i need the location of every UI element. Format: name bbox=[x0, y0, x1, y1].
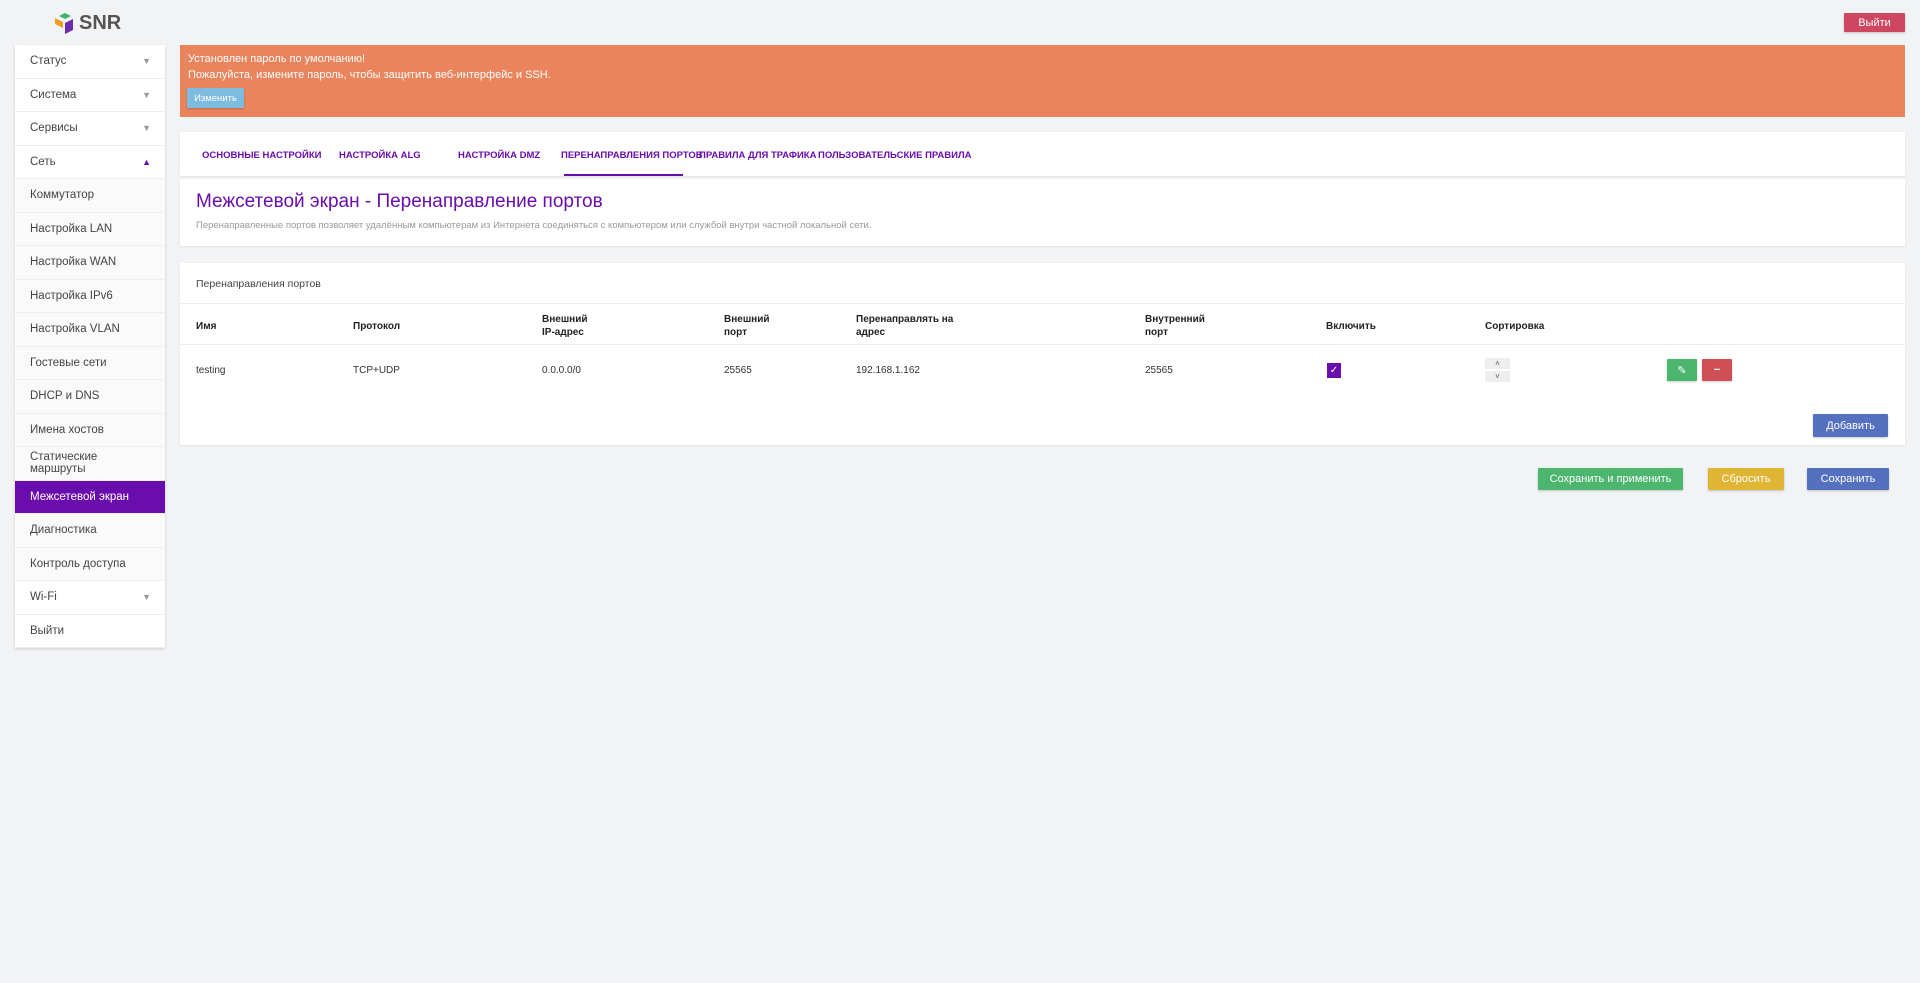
cell-ext-ip: 0.0.0.0/0 bbox=[542, 365, 581, 376]
active-tab-indicator bbox=[564, 174, 683, 176]
sidebar-item[interactable]: Коммутатор bbox=[15, 179, 165, 213]
sort-up-button[interactable]: ˄ bbox=[1485, 358, 1510, 369]
sidebar-item-label: Wi-Fi bbox=[30, 591, 57, 604]
chevron-down-icon: ▼ bbox=[142, 56, 151, 67]
tab-custom-rules[interactable]: Пользовательские правила bbox=[818, 150, 972, 161]
table-title: Перенаправления портов bbox=[196, 278, 321, 290]
sidebar-item-label: Сервисы bbox=[30, 122, 78, 135]
snr-logo-icon bbox=[55, 12, 73, 34]
sidebar-item-label: Настройка WAN bbox=[30, 256, 117, 269]
col-dest-address: Перенаправлять на адрес bbox=[856, 314, 954, 338]
cell-protocol: TCP+UDP bbox=[353, 365, 400, 376]
tabs-bar: Основные настройки Настройка ALG Настрой… bbox=[180, 132, 1905, 176]
sidebar-item[interactable]: Настройка LAN bbox=[15, 212, 165, 246]
col-ext-ip: Внешний IP-адрес bbox=[542, 314, 588, 338]
page-description: Перенаправленные портов позволяет удалён… bbox=[196, 220, 872, 231]
sidebar-item[interactable]: Имена хостов bbox=[15, 413, 165, 447]
port-forwarding-table-card: Перенаправления портов Имя Протокол Внеш… bbox=[180, 263, 1905, 445]
col-name: Имя bbox=[196, 321, 217, 332]
sidebar-item[interactable]: Настройка WAN bbox=[15, 246, 165, 280]
sidebar-item[interactable]: Гостевые сети bbox=[15, 346, 165, 380]
sidebar-item-label: Контроль доступа bbox=[30, 557, 126, 570]
chevron-down-icon: ▼ bbox=[142, 89, 151, 100]
sidebar-item-label: Диагностика bbox=[30, 524, 97, 537]
sidebar-item[interactable]: Настройка IPv6 bbox=[15, 279, 165, 313]
reset-button[interactable]: Сбросить bbox=[1708, 468, 1784, 490]
sidebar-item[interactable]: Контроль доступа bbox=[15, 547, 165, 581]
tab-port-forwarding[interactable]: Перенаправления портов bbox=[561, 150, 703, 161]
chevron-up-icon: ▲ bbox=[142, 156, 151, 167]
col-ext-port: Внешний порт bbox=[724, 314, 770, 338]
logo: SNR bbox=[55, 12, 121, 35]
page-header: Межсетевой экран - Перенаправление порто… bbox=[180, 179, 1905, 246]
banner-message: Пожалуйста, измените пароль, чтобы защит… bbox=[188, 69, 551, 81]
sidebar-item[interactable]: Сервисы ▼ bbox=[15, 112, 165, 146]
sidebar-item-label: Сеть bbox=[30, 155, 56, 168]
add-button[interactable]: Добавить bbox=[1813, 414, 1888, 437]
sort-down-button[interactable]: ˅ bbox=[1485, 371, 1510, 382]
sidebar-item-label: Имена хостов bbox=[30, 423, 104, 436]
sidebar-item-label: Выйти bbox=[30, 624, 65, 637]
col-sort: Сортировка bbox=[1485, 321, 1545, 332]
sidebar-item[interactable]: Настройка VLAN bbox=[15, 313, 165, 347]
sidebar-item-label: Межсетевой экран bbox=[30, 490, 130, 503]
chevron-down-icon: ▼ bbox=[142, 592, 151, 603]
page-title: Межсетевой экран - Перенаправление порто… bbox=[196, 191, 603, 212]
cell-dest-address: 192.168.1.162 bbox=[856, 365, 920, 376]
sidebar-item[interactable]: Wi-Fi ▼ bbox=[15, 581, 165, 615]
sidebar-item[interactable]: Статус ▼ bbox=[15, 45, 165, 79]
delete-button[interactable]: − bbox=[1702, 359, 1732, 381]
sidebar-item-label: Система bbox=[30, 88, 77, 101]
edit-button[interactable]: ✎ bbox=[1667, 359, 1697, 381]
sidebar-item[interactable]: Диагностика bbox=[15, 514, 165, 548]
pencil-icon: ✎ bbox=[1677, 364, 1687, 377]
cell-int-port: 25565 bbox=[1145, 365, 1173, 376]
sidebar-item[interactable]: Сеть ▲ bbox=[15, 146, 165, 179]
col-protocol: Протокол bbox=[353, 321, 401, 332]
sidebar-item-label: Настройка IPv6 bbox=[30, 289, 113, 302]
save-button[interactable]: Сохранить bbox=[1807, 468, 1889, 490]
change-password-button[interactable]: Изменить bbox=[187, 88, 244, 108]
sidebar-item-label: Настройка VLAN bbox=[30, 323, 120, 336]
tab-dmz[interactable]: Настройка DMZ bbox=[458, 150, 540, 161]
col-int-port: Внутренний порт bbox=[1145, 314, 1205, 338]
col-enable: Включить bbox=[1326, 321, 1376, 332]
sidebar-item-label: Коммутатор bbox=[30, 189, 94, 202]
banner-title: Установлен пароль по умолчанию! bbox=[188, 53, 366, 65]
sidebar-item[interactable]: Межсетевой экран bbox=[15, 480, 165, 514]
sidebar-item-label: Статические маршруты bbox=[30, 451, 98, 476]
cell-name: testing bbox=[196, 365, 226, 376]
sidebar-item-label: Гостевые сети bbox=[30, 356, 107, 369]
sidebar-item-label: Статус bbox=[30, 55, 67, 68]
sidebar-item[interactable]: DHCP и DNS bbox=[15, 380, 165, 414]
save-apply-button[interactable]: Сохранить и применить bbox=[1538, 468, 1683, 490]
sidebar-item[interactable]: Система ▼ bbox=[15, 79, 165, 112]
enable-checkbox[interactable]: ✓ bbox=[1327, 363, 1341, 378]
tab-basic-settings[interactable]: Основные настройки bbox=[202, 150, 321, 161]
cell-ext-port: 25565 bbox=[724, 365, 752, 376]
sidebar-item-label: DHCP и DNS bbox=[30, 390, 100, 403]
chevron-down-icon: ▼ bbox=[142, 123, 151, 134]
sidebar-item-label: Настройка LAN bbox=[30, 222, 113, 235]
sidebar-item[interactable]: Статические маршруты bbox=[15, 447, 165, 481]
tab-traffic-rules[interactable]: Правила для трафика bbox=[699, 150, 816, 161]
logout-button[interactable]: Выйти bbox=[1844, 13, 1905, 32]
default-password-banner: Установлен пароль по умолчанию! Пожалуйс… bbox=[180, 45, 1905, 117]
sidebar: Статус ▼ Система ▼ Сервисы ▼ Сеть ▲ Коммутатор На… bbox=[15, 45, 165, 648]
sidebar-item[interactable]: Выйти bbox=[15, 615, 165, 648]
minus-icon: − bbox=[1713, 364, 1721, 376]
tab-alg[interactable]: Настройка ALG bbox=[339, 150, 421, 161]
